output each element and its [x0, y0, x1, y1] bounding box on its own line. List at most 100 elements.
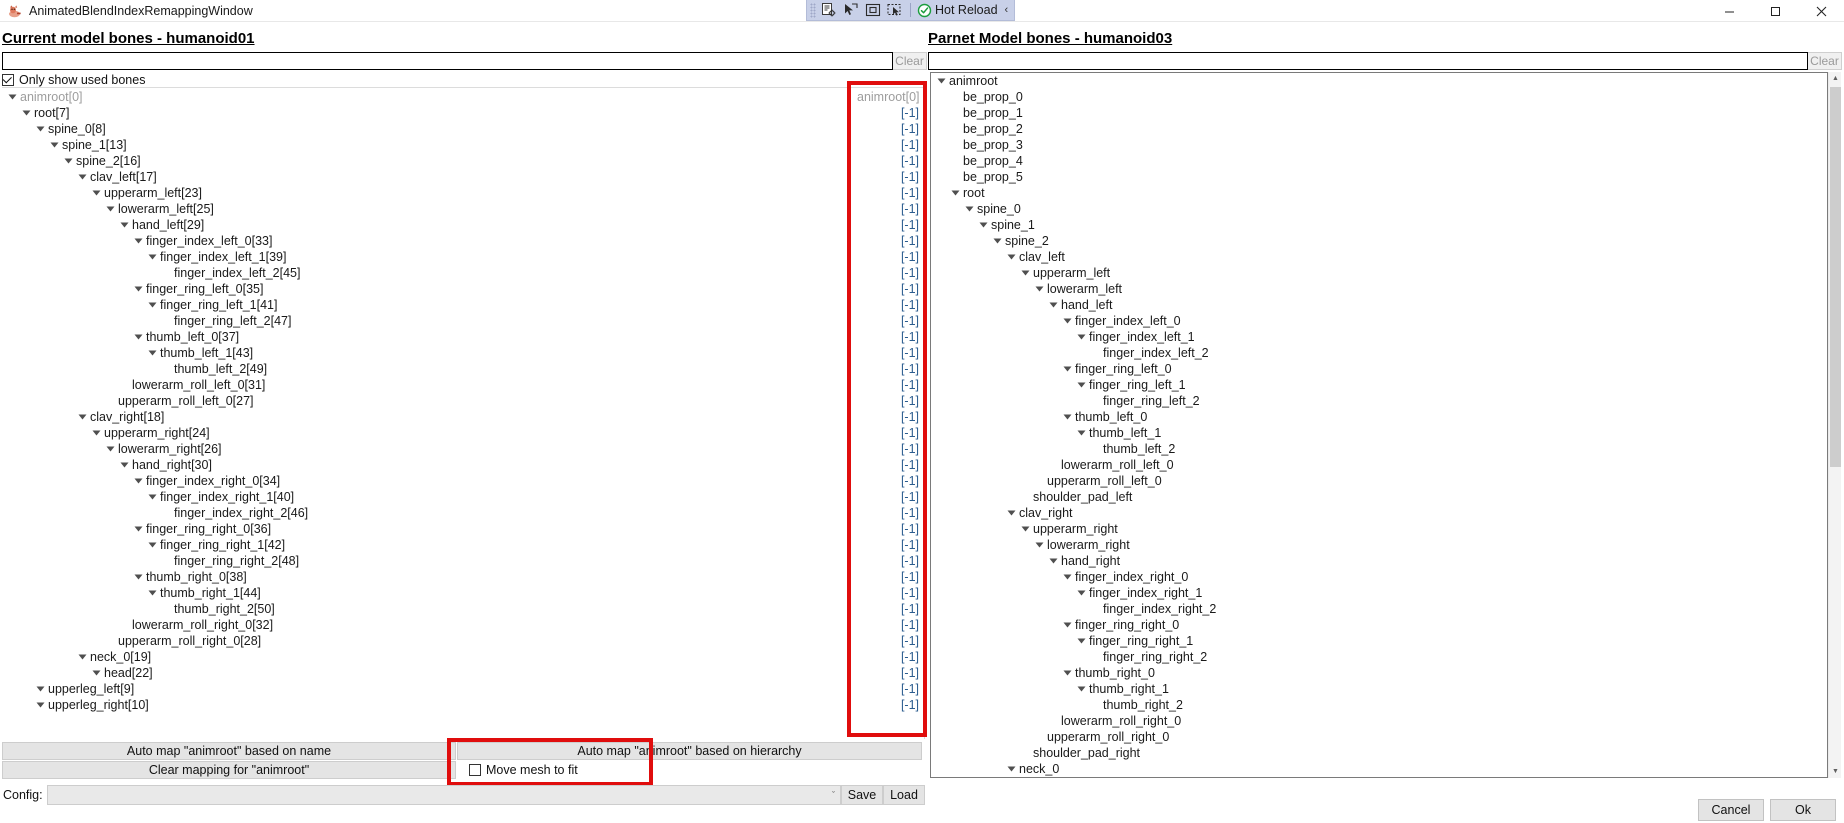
- expand-collapse-arrow-icon[interactable]: [1021, 270, 1030, 276]
- blend-index-value[interactable]: [-1]: [857, 345, 925, 361]
- left-tree-item[interactable]: spine_0[8]: [2, 121, 857, 137]
- right-tree-item[interactable]: finger_ring_left_2: [931, 393, 1827, 409]
- right-tree-item[interactable]: neck_0: [931, 761, 1827, 777]
- right-tree-item[interactable]: upperarm_right: [931, 521, 1827, 537]
- close-button[interactable]: [1798, 0, 1844, 22]
- expand-collapse-arrow-icon[interactable]: [1077, 430, 1086, 436]
- right-tree-item[interactable]: animroot: [931, 73, 1827, 89]
- clear-mapping-button[interactable]: Clear mapping for "animroot": [2, 761, 456, 779]
- hot-reload-button[interactable]: Hot Reload: [915, 1, 1002, 20]
- blend-index-value[interactable]: [-1]: [857, 377, 925, 393]
- expand-collapse-arrow-icon[interactable]: [993, 238, 1002, 244]
- left-tree-item[interactable]: lowerarm_right[26]: [2, 441, 857, 457]
- blend-index-value[interactable]: [-1]: [857, 297, 925, 313]
- right-tree-item[interactable]: lowerarm_roll_left_0: [931, 457, 1827, 473]
- blend-index-value[interactable]: [-1]: [857, 201, 925, 217]
- expand-collapse-arrow-icon[interactable]: [1049, 302, 1058, 308]
- expand-collapse-arrow-icon[interactable]: [50, 142, 59, 148]
- expand-collapse-arrow-icon[interactable]: [1007, 766, 1016, 772]
- config-combobox[interactable]: ˇ: [46, 785, 841, 805]
- right-tree-item[interactable]: finger_ring_left_0: [931, 361, 1827, 377]
- blend-index-value[interactable]: animroot[0]: [857, 89, 925, 105]
- right-tree-item[interactable]: thumb_left_2: [931, 441, 1827, 457]
- left-tree-item[interactable]: thumb_right_1[44]: [2, 585, 857, 601]
- ok-button[interactable]: Ok: [1770, 799, 1836, 821]
- left-clear-button[interactable]: Clear: [893, 52, 927, 70]
- right-tree-item[interactable]: finger_index_right_2: [931, 601, 1827, 617]
- right-tree-item[interactable]: spine_2: [931, 233, 1827, 249]
- scrollbar-thumb[interactable]: [1830, 87, 1841, 467]
- left-tree-item[interactable]: thumb_left_0[37]: [2, 329, 857, 345]
- expand-collapse-arrow-icon[interactable]: [937, 78, 946, 84]
- expand-collapse-arrow-icon[interactable]: [22, 110, 31, 116]
- blend-index-value[interactable]: [-1]: [857, 489, 925, 505]
- right-tree-item[interactable]: lowerarm_right: [931, 537, 1827, 553]
- expand-collapse-arrow-icon[interactable]: [1077, 686, 1086, 692]
- right-tree-item[interactable]: finger_ring_left_1: [931, 377, 1827, 393]
- select-element-icon[interactable]: [818, 1, 840, 20]
- expand-collapse-arrow-icon[interactable]: [1077, 638, 1086, 644]
- left-tree-item[interactable]: lowerarm_roll_right_0[32]: [2, 617, 857, 633]
- right-tree-item[interactable]: finger_index_right_1: [931, 585, 1827, 601]
- expand-collapse-arrow-icon[interactable]: [148, 494, 157, 500]
- expand-collapse-arrow-icon[interactable]: [148, 542, 157, 548]
- blend-index-value[interactable]: [-1]: [857, 585, 925, 601]
- expand-collapse-arrow-icon[interactable]: [106, 206, 115, 212]
- expand-collapse-arrow-icon[interactable]: [1035, 542, 1044, 548]
- left-tree-item[interactable]: finger_index_right_1[40]: [2, 489, 857, 505]
- right-filter-input[interactable]: [928, 52, 1808, 70]
- right-tree-item[interactable]: spine_0: [931, 201, 1827, 217]
- blend-index-value[interactable]: [-1]: [857, 665, 925, 681]
- left-tree-item[interactable]: thumb_left_2[49]: [2, 361, 857, 377]
- blend-index-value[interactable]: [-1]: [857, 537, 925, 553]
- left-tree-item[interactable]: upperarm_roll_right_0[28]: [2, 633, 857, 649]
- blend-index-value[interactable]: [-1]: [857, 121, 925, 137]
- left-tree-item[interactable]: finger_ring_right_0[36]: [2, 521, 857, 537]
- expand-collapse-arrow-icon[interactable]: [148, 254, 157, 260]
- blend-index-value[interactable]: [-1]: [857, 697, 925, 713]
- left-tree-item[interactable]: thumb_right_2[50]: [2, 601, 857, 617]
- preview-selection-icon[interactable]: [884, 1, 906, 20]
- right-tree-item[interactable]: thumb_left_1: [931, 425, 1827, 441]
- right-tree-item[interactable]: shoulder_pad_right: [931, 745, 1827, 761]
- right-tree-item[interactable]: thumb_right_0: [931, 665, 1827, 681]
- auto-map-by-name-button[interactable]: Auto map "animroot" based on name: [2, 742, 456, 760]
- left-tree-item[interactable]: lowerarm_left[25]: [2, 201, 857, 217]
- right-tree-item[interactable]: finger_index_left_2: [931, 345, 1827, 361]
- blend-index-value[interactable]: [-1]: [857, 185, 925, 201]
- blend-index-value[interactable]: [-1]: [857, 249, 925, 265]
- blend-index-value[interactable]: [-1]: [857, 361, 925, 377]
- expand-collapse-arrow-icon[interactable]: [92, 670, 101, 676]
- left-tree-item[interactable]: finger_index_left_2[45]: [2, 265, 857, 281]
- expand-collapse-arrow-icon[interactable]: [1077, 382, 1086, 388]
- only-show-used-bones-checkbox[interactable]: [2, 73, 14, 86]
- expand-collapse-arrow-icon[interactable]: [134, 574, 143, 580]
- left-tree-item[interactable]: finger_ring_left_0[35]: [2, 281, 857, 297]
- right-tree-item[interactable]: spine_1: [931, 217, 1827, 233]
- expand-collapse-arrow-icon[interactable]: [120, 222, 129, 228]
- expand-collapse-arrow-icon[interactable]: [965, 206, 974, 212]
- expand-collapse-arrow-icon[interactable]: [1077, 334, 1086, 340]
- right-tree-item[interactable]: finger_index_right_0: [931, 569, 1827, 585]
- left-tree-item[interactable]: upperarm_left[23]: [2, 185, 857, 201]
- expand-collapse-arrow-icon[interactable]: [78, 174, 87, 180]
- move-mesh-to-fit-checkbox[interactable]: [469, 764, 481, 776]
- maximize-button[interactable]: [1752, 0, 1798, 22]
- left-tree-item[interactable]: head[22]: [2, 665, 857, 681]
- right-tree-item[interactable]: shoulder_pad_left: [931, 489, 1827, 505]
- left-tree-item[interactable]: thumb_left_1[43]: [2, 345, 857, 361]
- left-tree-item[interactable]: finger_index_right_0[34]: [2, 473, 857, 489]
- blend-index-value[interactable]: [-1]: [857, 265, 925, 281]
- cancel-button[interactable]: Cancel: [1698, 799, 1764, 821]
- expand-collapse-arrow-icon[interactable]: [1021, 526, 1030, 532]
- left-tree-item[interactable]: upperleg_left[9]: [2, 681, 857, 697]
- left-tree-item[interactable]: finger_ring_left_1[41]: [2, 297, 857, 313]
- blend-index-value[interactable]: [-1]: [857, 457, 925, 473]
- blend-index-value[interactable]: [-1]: [857, 169, 925, 185]
- load-button[interactable]: Load: [883, 785, 925, 805]
- expand-collapse-arrow-icon[interactable]: [1063, 318, 1072, 324]
- blend-index-value[interactable]: [-1]: [857, 553, 925, 569]
- right-tree-item[interactable]: hand_left: [931, 297, 1827, 313]
- move-mesh-to-fit-row[interactable]: Move mesh to fit: [457, 761, 647, 779]
- expand-collapse-arrow-icon[interactable]: [8, 94, 17, 100]
